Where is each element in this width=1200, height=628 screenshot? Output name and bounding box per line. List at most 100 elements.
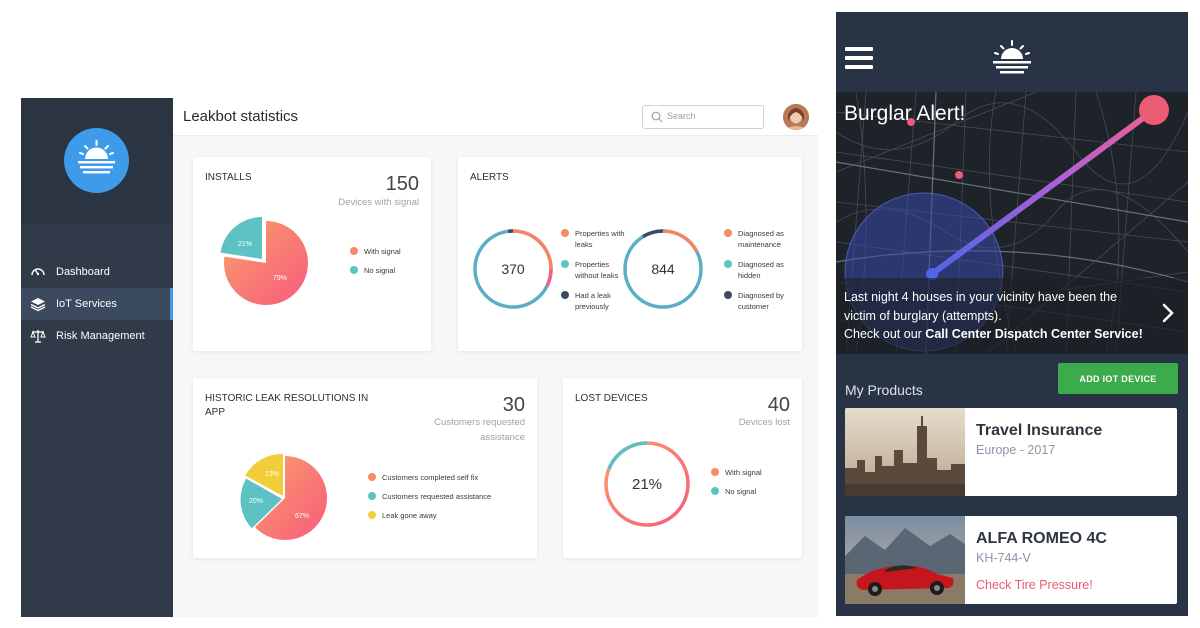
sidebar: Dashboard IoT Services Risk Management (21, 98, 173, 617)
donut-value: 844 (651, 261, 675, 277)
alerts-donut-right: 844 (623, 229, 703, 309)
alert-service-link[interactable]: Call Center Dispatch Center Service! (925, 327, 1142, 341)
donut-value: 21% (632, 476, 662, 493)
pie-label-13: 13% (265, 471, 279, 478)
search-box[interactable] (642, 105, 764, 129)
historic-caption-line1: Customers requested (434, 417, 525, 428)
alerts-legend-right: Diagnosed as maintenance Diagnosed as hi… (724, 228, 794, 320)
pie-label-79: 79% (273, 275, 287, 282)
legend-item: Customers completed self fix (368, 472, 533, 483)
legend-label: Diagnosed as hidden (738, 260, 784, 280)
legend-item: With signal (711, 467, 796, 478)
card-title: HISTORIC LEAK RESOLUTIONS IN APP (205, 393, 369, 418)
legend-label: Diagnosed by customer (738, 291, 784, 311)
lost-donut-chart: 21% (604, 441, 690, 527)
legend-dot (350, 266, 358, 274)
page-title: Leakbot statistics (183, 108, 299, 125)
sidebar-item-iot-services[interactable]: IoT Services (21, 288, 173, 320)
sidebar-logo-area (21, 98, 173, 224)
layers-icon (29, 295, 47, 313)
installs-count: 150 (385, 173, 419, 195)
alert-line: Last night 4 houses in your vicinity hav… (844, 290, 1118, 304)
legend-dot (724, 260, 732, 268)
product-title: ALFA ROMEO 4C (976, 530, 1107, 547)
legend-label: With signal (364, 247, 401, 256)
lost-count: 40 (767, 394, 790, 416)
legend-dot (561, 229, 569, 237)
legend-item: Diagnosed by customer (724, 290, 794, 312)
historic-leak-card: HISTORIC LEAK RESOLUTIONS IN APP 30 Cust… (193, 378, 537, 558)
historic-count: 30 (502, 394, 525, 416)
sunrise-logo-icon (993, 40, 1031, 74)
installs-legend: With signal No signal (350, 246, 430, 284)
alerts-card: ALERTS 370 Properties with leaks Propert… (458, 157, 802, 351)
legend-label: With signal (725, 468, 762, 477)
legend-dot (368, 473, 376, 481)
pie-label-20: 20% (249, 498, 263, 505)
legend-item: Leak gone away (368, 510, 533, 521)
lost-legend: With signal No signal (711, 467, 796, 505)
chevron-right-icon[interactable] (1161, 302, 1175, 324)
card-title: LOST DEVICES (575, 393, 648, 404)
product-title: Travel Insurance (976, 422, 1103, 439)
legend-dot (368, 511, 376, 519)
legend-item: Diagnosed as hidden (724, 259, 794, 281)
sidebar-item-label: Risk Management (56, 330, 145, 342)
alert-line: Check out our Call Center Dispatch Cente… (844, 325, 1164, 344)
legend-label: Customers completed self fix (382, 473, 479, 482)
alerts-legend-left: Properties with leaks Properties without… (561, 228, 625, 320)
top-bar: Leakbot statistics (173, 98, 818, 136)
search-icon (651, 111, 663, 123)
product-subtitle: KH-744-V (976, 551, 1031, 565)
pie-label-21: 21% (238, 241, 252, 248)
products-heading: My Products (845, 382, 923, 398)
add-iot-device-button[interactable]: ADD IOT DEVICE (1058, 363, 1178, 394)
legend-dot (561, 291, 569, 299)
red-sports-car-image (845, 516, 965, 604)
speedometer-icon (29, 263, 47, 281)
legend-label: No signal (725, 487, 757, 496)
pie-label-67: 67% (295, 513, 309, 520)
legend-item: Had a leak previously (561, 290, 625, 312)
sunrise-logo-icon[interactable] (64, 128, 129, 193)
historic-caption-line2: assistance (480, 432, 525, 443)
legend-label: No signal (364, 266, 396, 275)
legend-label: Had a leak previously (575, 291, 611, 311)
sidebar-item-dashboard[interactable]: Dashboard (21, 256, 173, 288)
legend-label: Diagnosed as maintenance (738, 229, 784, 249)
legend-label: Properties with leaks (575, 229, 625, 249)
desktop-dashboard: Dashboard IoT Services Risk Management L… (21, 98, 818, 617)
historic-pie-chart: 67% 20% 13% (240, 453, 327, 540)
installs-pie-chart: 79% 21% (220, 217, 308, 305)
sidebar-item-label: IoT Services (56, 298, 117, 310)
avatar[interactable] (783, 104, 809, 130)
legend-dot (724, 291, 732, 299)
lost-caption: Devices lost (738, 417, 790, 428)
lost-devices-card: LOST DEVICES 40 Devices lost 21% With si… (563, 378, 802, 558)
mobile-header (836, 12, 1188, 92)
burglar-alert-map[interactable]: Burglar Alert! Last night 4 houses in yo… (836, 92, 1188, 354)
product-warning: Check Tire Pressure! (976, 578, 1093, 592)
legend-item: Diagnosed as maintenance (724, 228, 794, 250)
scales-icon (29, 327, 47, 345)
product-card-alfa-romeo[interactable]: ALFA ROMEO 4C KH-744-V Check Tire Pressu… (845, 516, 1177, 604)
donut-value: 370 (501, 261, 525, 277)
sidebar-item-label: Dashboard (56, 266, 110, 278)
alert-message: Last night 4 houses in your vicinity hav… (844, 288, 1164, 344)
historic-legend: Customers completed self fix Customers r… (368, 472, 533, 529)
installs-card: INSTALLS 150 Devices with signal 79% 21%… (193, 157, 431, 351)
city-skyline-image (845, 408, 965, 496)
sidebar-item-risk-management[interactable]: Risk Management (21, 320, 173, 352)
alert-line-prefix: Check out our (844, 327, 926, 341)
legend-dot (561, 260, 569, 268)
legend-item: Customers requested assistance (368, 491, 533, 502)
legend-dot (711, 487, 719, 495)
legend-item: Properties with leaks (561, 228, 625, 250)
hamburger-menu-icon[interactable] (845, 47, 873, 71)
alerts-donut-left: 370 (473, 229, 553, 309)
legend-label: Properties without leaks (575, 260, 619, 280)
product-card-travel-insurance[interactable]: Travel Insurance Europe - 2017 (845, 408, 1177, 496)
legend-label: Customers requested assistance (382, 492, 492, 501)
installs-caption: Devices with signal (338, 197, 419, 208)
search-input[interactable] (667, 111, 757, 121)
